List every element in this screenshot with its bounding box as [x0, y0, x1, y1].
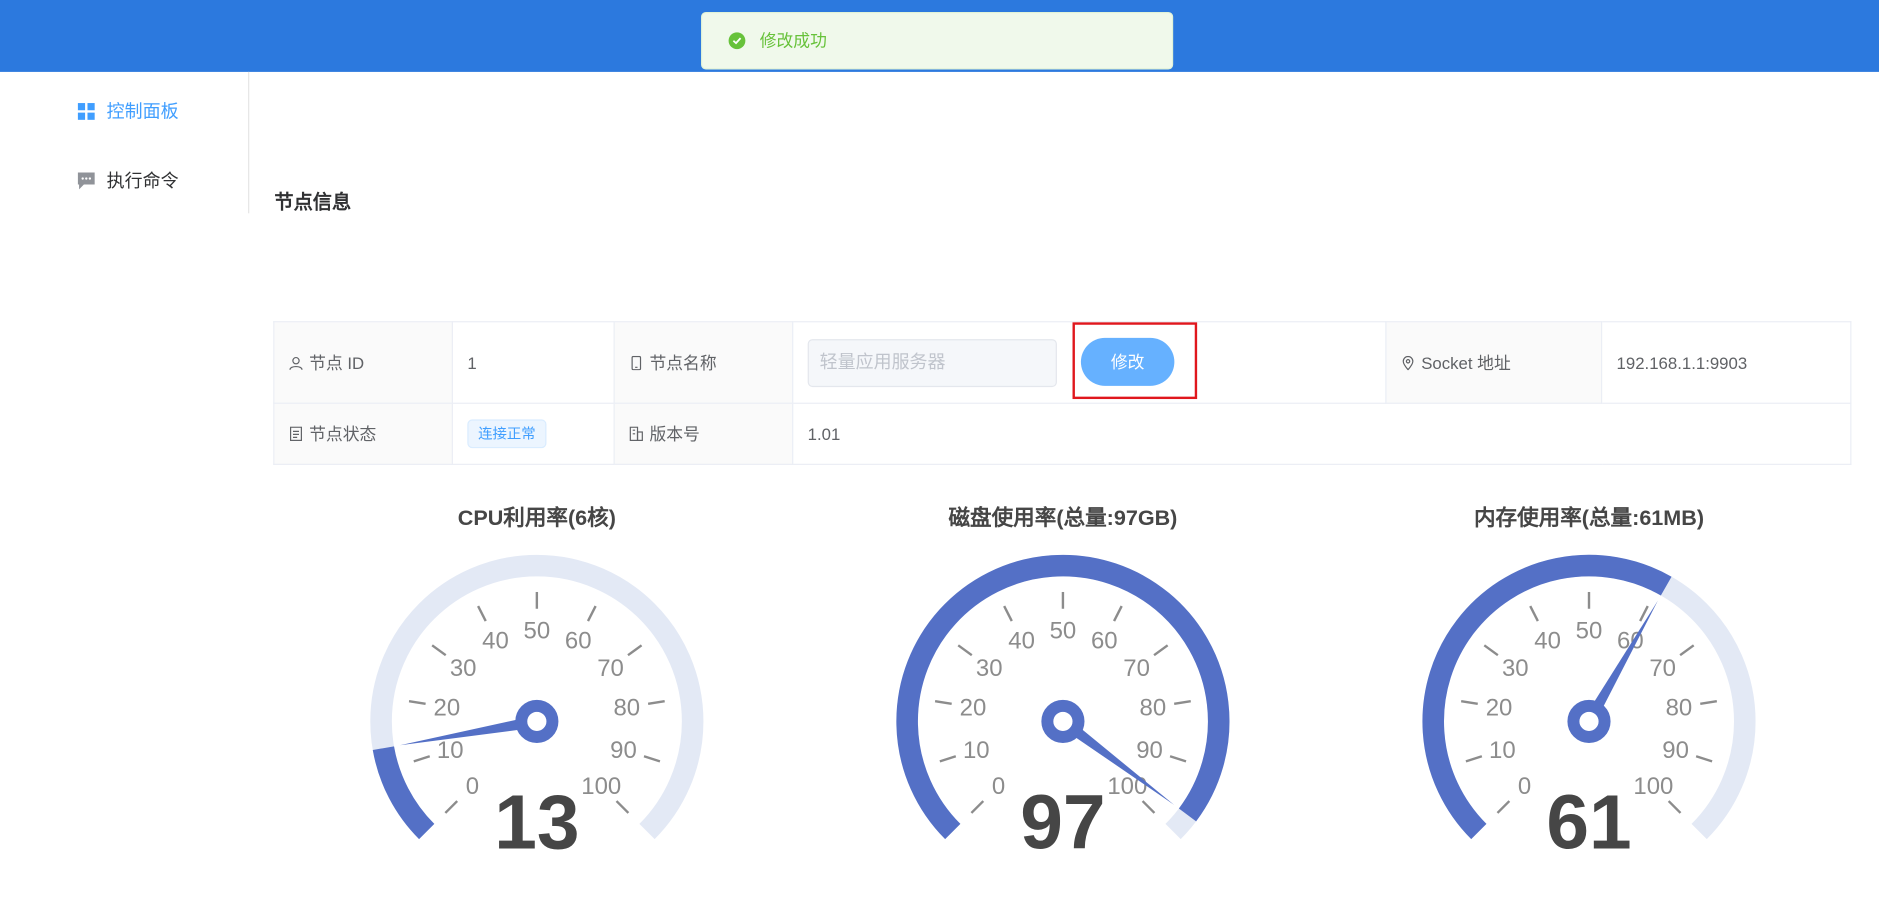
page-title: 节点信息	[274, 192, 352, 214]
gauge-tick	[1153, 644, 1169, 657]
dashboard-grid-icon	[77, 101, 96, 120]
disk-gauge: 磁盘使用率(总量:97GB) 0 10 20 30 40 50 60 70 80 90 100 97	[859, 501, 1266, 884]
user-icon	[289, 356, 303, 370]
gauge-tick-label: 80	[1140, 695, 1167, 722]
gauge-tick	[1003, 605, 1013, 622]
check-circle-icon	[728, 32, 746, 50]
location-pin-icon	[1402, 355, 1414, 370]
cpu-gauge: CPU利用率(6核) 0 10 20 30 40 50 60 70 80 90 100 13	[333, 501, 740, 884]
node-status-label: 节点状态	[309, 424, 377, 444]
gauge-tick	[586, 605, 597, 622]
document-icon	[289, 426, 302, 441]
gauge-tick	[413, 755, 431, 763]
gauge-tick	[1679, 644, 1695, 657]
gauge-tick-label: 50	[1576, 618, 1603, 645]
gauge-tick-label: 70	[1649, 655, 1676, 682]
gauge-tick-label: 80	[613, 695, 640, 722]
gauge-pointer-hub	[515, 699, 559, 743]
sidebar: 控制面板 执行命令	[0, 71, 250, 214]
gauge-tick	[408, 699, 426, 705]
node-id-value: 1	[451, 321, 615, 404]
phone-icon	[631, 355, 642, 370]
gauge-tick-label: 30	[976, 655, 1003, 682]
memory-gauge: 内存使用率(总量:61MB) 0 10 20 30 40 50 60 70 80 90 100 61	[1385, 501, 1792, 884]
node-status-value-cell: 连接正常	[451, 402, 615, 465]
gauge-tick-label: 40	[1008, 628, 1035, 655]
node-status-label-cell: 节点状态	[273, 402, 453, 465]
gauge-tick	[957, 644, 973, 657]
gauge-tick-label: 40	[482, 628, 509, 655]
gauge-tick-label: 30	[450, 655, 477, 682]
gauge-tick-label: 70	[597, 655, 624, 682]
gauge-value: 61	[1546, 778, 1632, 866]
gauge-tick	[1700, 699, 1718, 705]
gauge-tick	[934, 699, 952, 705]
gauge-tick-label: 50	[524, 618, 551, 645]
sidebar-item-label: 执行命令	[106, 171, 179, 192]
chat-message-icon	[77, 171, 96, 190]
gauge-tick-label: 60	[1091, 628, 1118, 655]
gauge-tick-label: 90	[610, 737, 637, 764]
gauge-tick	[627, 644, 643, 657]
node-id-label-cell: 节点 ID	[273, 321, 453, 404]
gauge-tick-label: 20	[960, 695, 987, 722]
gauge-tick-label: 20	[1486, 695, 1513, 722]
gauge-tick	[1169, 755, 1187, 763]
version-label: 版本号	[649, 424, 700, 444]
gauge-tick	[1483, 644, 1499, 657]
gauge-tick	[477, 605, 487, 622]
version-value: 1.01	[792, 402, 1852, 465]
gauge-tick	[1112, 605, 1123, 622]
gauge-tick	[1173, 699, 1191, 705]
edit-button[interactable]: 修改	[1080, 337, 1175, 386]
gauge-value: 13	[494, 778, 580, 866]
gauge-tick	[643, 755, 661, 763]
gauge-pointer-hub	[1041, 699, 1085, 743]
toast-message: 修改成功	[759, 31, 827, 51]
version-label-cell: 版本号	[613, 402, 794, 465]
gauge-tick	[1529, 605, 1539, 622]
socket-label-cell: Socket 地址	[1385, 321, 1603, 404]
gauge-tick-label: 10	[1489, 737, 1516, 764]
gauge-tick-label: 30	[1502, 655, 1529, 682]
gauge-tick	[431, 644, 447, 657]
office-building-icon	[629, 426, 643, 441]
gauge-tick	[1460, 699, 1478, 705]
gauge-tick	[1465, 755, 1483, 763]
gauge-tick-label: 90	[1136, 737, 1163, 764]
gauge-value: 97	[1020, 778, 1106, 866]
gauge-tick-label: 10	[437, 737, 464, 764]
sidebar-item-command[interactable]: 执行命令	[77, 168, 179, 193]
gauge-tick-label: 10	[963, 737, 990, 764]
socket-label: Socket 地址	[1421, 352, 1511, 373]
success-toast: 修改成功	[701, 11, 1174, 70]
node-name-label: 节点名称	[649, 352, 717, 373]
node-info-table: 节点 ID 1 节点名称 轻量应用服务器 Socket 地址 192.168.1…	[273, 321, 1852, 465]
node-name-label-cell: 节点名称	[613, 321, 794, 404]
sidebar-item-dashboard[interactable]: 控制面板	[77, 98, 179, 123]
node-name-input[interactable]	[807, 338, 1057, 387]
gauge-tick	[1695, 755, 1713, 763]
gauge-tick-label: 70	[1123, 655, 1150, 682]
socket-value: 192.168.1.1:9903	[1600, 321, 1852, 404]
gauge-tick	[939, 755, 957, 763]
gauge-tick-label: 60	[565, 628, 592, 655]
gauge-tick	[647, 699, 665, 705]
status-badge: 连接正常	[467, 419, 547, 449]
gauge-tick-label: 90	[1662, 737, 1689, 764]
node-id-label: 节点 ID	[309, 352, 365, 373]
gauge-pointer-hub	[1567, 699, 1611, 743]
gauge-tick-label: 40	[1534, 628, 1561, 655]
gauge-tick-label: 20	[434, 695, 461, 722]
sidebar-item-label: 控制面板	[106, 101, 179, 123]
gauge-tick-label: 50	[1050, 618, 1077, 645]
gauge-tick-label: 80	[1666, 695, 1693, 722]
